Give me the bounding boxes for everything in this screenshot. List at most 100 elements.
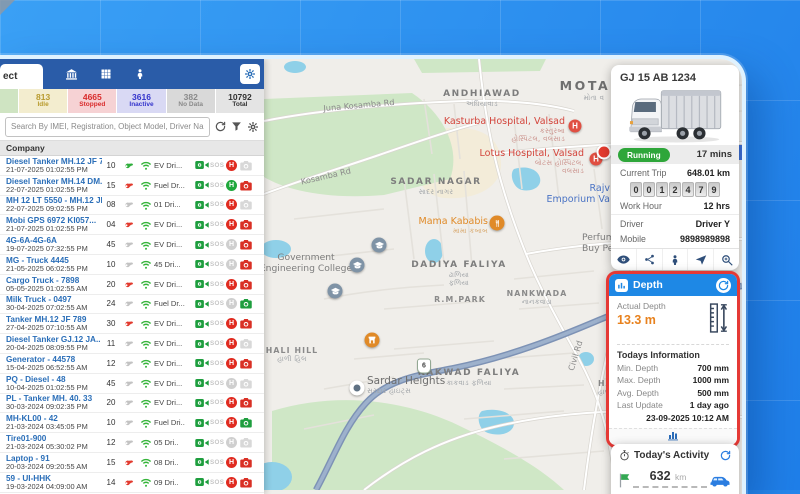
- camera-icon[interactable]: [237, 477, 254, 488]
- alert-badge[interactable]: H: [226, 358, 237, 369]
- card-action-bar: [611, 248, 739, 270]
- search-input[interactable]: [5, 117, 210, 137]
- camera-icon[interactable]: [237, 318, 254, 329]
- video-camera-icon[interactable]: [193, 240, 210, 250]
- table-row[interactable]: Milk Truck - 0497 30-04-2025 07:02:55 AM…: [0, 295, 264, 315]
- navigate-icon[interactable]: [687, 249, 713, 270]
- video-camera-icon[interactable]: [193, 279, 210, 289]
- alert-badge[interactable]: H: [226, 338, 237, 349]
- list-header-company[interactable]: Company: [0, 141, 264, 156]
- sos-label: SOS: [210, 281, 226, 288]
- video-camera-icon[interactable]: [193, 378, 210, 388]
- camera-icon[interactable]: [237, 397, 254, 408]
- camera-icon[interactable]: [237, 279, 254, 290]
- zoom-search-icon[interactable]: [713, 249, 739, 270]
- depth-refresh-icon[interactable]: [716, 278, 731, 293]
- table-row[interactable]: MH 12 LT 5550 - MH.12 JF 7... 22-07-2025…: [0, 196, 264, 216]
- alert-badge[interactable]: H: [226, 259, 237, 270]
- video-camera-icon[interactable]: [193, 358, 210, 368]
- status-chip-idle[interactable]: 813Idle: [19, 89, 67, 113]
- video-camera-icon[interactable]: [193, 398, 210, 408]
- camera-icon[interactable]: [237, 437, 254, 448]
- video-camera-icon[interactable]: [193, 200, 210, 210]
- alert-badge[interactable]: H: [226, 219, 237, 230]
- bank-icon[interactable]: [65, 68, 78, 81]
- camera-icon[interactable]: [237, 160, 254, 171]
- grid-icon[interactable]: [100, 68, 112, 80]
- video-camera-icon[interactable]: [193, 477, 210, 487]
- filter-funnel-icon[interactable]: [231, 121, 242, 132]
- video-camera-icon[interactable]: [193, 339, 210, 349]
- video-camera-icon[interactable]: [193, 319, 210, 329]
- table-row[interactable]: Diesel Tanker MH.14 DM... 22-07-2025 01:…: [0, 176, 264, 196]
- todays-activity-widget: Today's Activity 632 km: [611, 444, 739, 494]
- camera-icon[interactable]: [237, 259, 254, 270]
- video-camera-icon[interactable]: [193, 160, 210, 170]
- video-camera-icon[interactable]: [193, 220, 210, 230]
- camera-icon[interactable]: [237, 298, 254, 309]
- alert-badge[interactable]: H: [226, 457, 237, 468]
- alert-badge[interactable]: H: [226, 298, 237, 309]
- table-row[interactable]: MH-KL00 - 42 21-03-2024 03:45:05 PM 10 F…: [0, 413, 264, 433]
- alert-badge[interactable]: H: [226, 318, 237, 329]
- table-row[interactable]: PL - Tanker MH. 40. 33 30-03-2024 09:02:…: [0, 394, 264, 414]
- video-camera-icon[interactable]: [193, 180, 210, 190]
- table-row[interactable]: Tire01-900 21-03-2024 05:30:02 PM 12 05 …: [0, 433, 264, 453]
- alert-badge[interactable]: H: [226, 397, 237, 408]
- activity-refresh-icon[interactable]: [720, 450, 731, 461]
- status-chip-cut[interactable]: [0, 89, 18, 113]
- wifi-signal-icon: [137, 219, 154, 231]
- depth-chart-button[interactable]: [609, 428, 737, 445]
- camera-icon[interactable]: [237, 417, 254, 428]
- alert-badge[interactable]: H: [226, 378, 237, 389]
- camera-icon[interactable]: [237, 338, 254, 349]
- vehicle-datetime: 20-03-2024 09:20:55 AM: [6, 463, 102, 471]
- alert-badge[interactable]: H: [226, 437, 237, 448]
- eye-icon[interactable]: [611, 249, 636, 270]
- alert-badge[interactable]: H: [226, 199, 237, 210]
- alert-badge[interactable]: H: [226, 477, 237, 488]
- table-row[interactable]: PQ - Diesel - 48 10-04-2025 01:02:55 PM …: [0, 374, 264, 394]
- settings-gear-icon[interactable]: [240, 64, 260, 84]
- table-row[interactable]: Diesel Tanker MH.12 JF 7... 21-07-2025 0…: [0, 156, 264, 176]
- camera-icon[interactable]: [237, 358, 254, 369]
- map-label: R.M.PARK: [434, 295, 486, 304]
- alert-badge[interactable]: H: [226, 279, 237, 290]
- ignition-key-icon: [119, 256, 139, 272]
- camera-icon[interactable]: [237, 378, 254, 389]
- video-camera-icon[interactable]: [193, 438, 210, 448]
- table-row[interactable]: Tanker MH.12 JF 789 27-04-2025 07:10:55 …: [0, 314, 264, 334]
- status-chip-stopped[interactable]: 4665Stopped: [68, 89, 116, 113]
- video-camera-icon[interactable]: [193, 299, 210, 309]
- camera-icon[interactable]: [237, 199, 254, 210]
- video-camera-icon[interactable]: [193, 457, 210, 467]
- map-label: Mama Kababisમામા કબાબ: [419, 216, 488, 235]
- camera-icon[interactable]: [237, 180, 254, 191]
- table-row[interactable]: MG - Truck 4445 21-05-2025 06:02:55 PM 1…: [0, 255, 264, 275]
- camera-icon[interactable]: [237, 457, 254, 468]
- alert-badge[interactable]: H: [226, 180, 237, 191]
- video-camera-icon[interactable]: [193, 418, 210, 428]
- status-chip-total[interactable]: 10792Total: [216, 89, 264, 113]
- gear-icon[interactable]: [247, 121, 259, 133]
- camera-icon[interactable]: [237, 239, 254, 250]
- person-track-icon[interactable]: [662, 249, 688, 270]
- table-row[interactable]: Laptop - 91 20-03-2024 09:20:55 AM 15 08…: [0, 453, 264, 473]
- table-row[interactable]: Diesel Tanker GJ.12 JA.. 20-04-2025 08:0…: [0, 334, 264, 354]
- alert-badge[interactable]: H: [226, 160, 237, 171]
- alert-badge[interactable]: H: [226, 239, 237, 250]
- tab-object[interactable]: ect: [0, 64, 43, 89]
- person-signal-icon[interactable]: [134, 68, 146, 80]
- video-camera-icon[interactable]: [193, 259, 210, 269]
- alert-badge[interactable]: H: [226, 417, 237, 428]
- refresh-icon[interactable]: [215, 121, 226, 132]
- table-row[interactable]: Mobi GPS 6972 KI057... 21-07-2025 01:02:…: [0, 215, 264, 235]
- table-row[interactable]: Generator - 44578 15-04-2025 06:52:55 AM…: [0, 354, 264, 374]
- table-row[interactable]: Cargo Truck - 7898 05-05-2025 01:02:55 A…: [0, 275, 264, 295]
- status-chip-no-data[interactable]: 382No Data: [167, 89, 215, 113]
- camera-icon[interactable]: [237, 219, 254, 230]
- share-icon[interactable]: [636, 249, 662, 270]
- status-chip-inactive[interactable]: 3616Inactive: [117, 89, 165, 113]
- odometer: 0012479: [611, 182, 739, 197]
- table-row[interactable]: 4G-6A-4G-6A 19-07-2025 07:32:55 PM 45 EV…: [0, 235, 264, 255]
